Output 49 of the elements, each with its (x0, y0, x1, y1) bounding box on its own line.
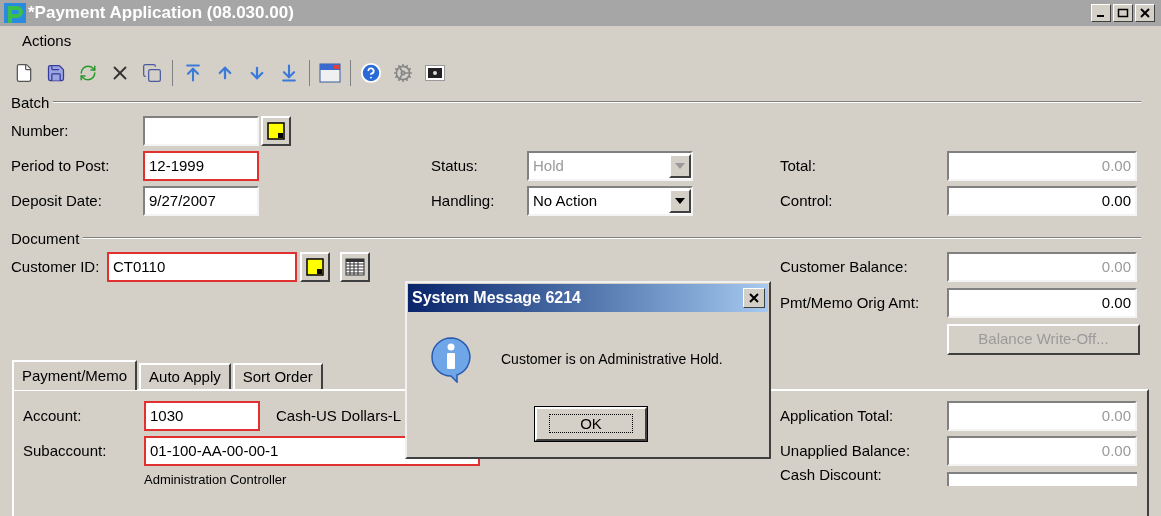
text-field[interactable]: 1030 (144, 401, 260, 431)
dropdown[interactable]: No Action (527, 186, 693, 216)
note-icon (306, 258, 324, 276)
text-field[interactable]: 12-1999 (143, 151, 259, 181)
tab[interactable]: Payment/Memo (12, 360, 138, 390)
text-field[interactable]: 0.00 (947, 288, 1137, 318)
field-label: Number: (11, 120, 70, 141)
minimize-icon[interactable] (1091, 4, 1111, 22)
window-title: *Payment Application (08.030.00) (28, 2, 295, 25)
field-label: Deposit Date: (11, 190, 103, 211)
close-icon[interactable] (1135, 4, 1155, 22)
text-field[interactable]: CT0110 (107, 252, 297, 282)
group-title: Document (11, 230, 81, 246)
field-label: Customer Balance: (780, 256, 909, 277)
field-label: Cash Discount: (780, 468, 883, 482)
dialog-title: System Message 6214 (412, 288, 582, 308)
field-label: Pmt/Memo Orig Amt: (780, 292, 921, 313)
text-field[interactable]: 0.00 (947, 186, 1137, 216)
group-title: Batch (11, 94, 51, 110)
lookup-button[interactable] (261, 116, 291, 146)
field-label: Total: (780, 155, 817, 176)
text-field[interactable] (947, 472, 1137, 486)
text-field[interactable] (143, 116, 259, 146)
subaccount-description: Administration Controller (144, 472, 287, 487)
lookup-button[interactable] (300, 252, 330, 282)
ok-button[interactable]: OK (535, 407, 647, 441)
maximize-icon[interactable] (1113, 4, 1133, 22)
field-label: Application Total: (780, 405, 895, 426)
close-window-icon[interactable] (318, 60, 342, 86)
field-label: Period to Post: (11, 155, 111, 176)
field-label: Control: (780, 190, 834, 211)
text-field[interactable]: 9/27/2007 (143, 186, 259, 216)
dialog-message: Customer is on Administrative Hold. (501, 349, 723, 369)
tab[interactable]: Sort Order (232, 363, 323, 389)
grid-button[interactable] (340, 252, 370, 282)
close-icon[interactable] (743, 288, 765, 308)
account-description: Cash-US Dollars-L (276, 405, 402, 426)
grid-icon (345, 258, 365, 276)
field-label: Account: (23, 405, 83, 426)
menu-item[interactable]: Actions (22, 29, 72, 53)
app-logo-icon (4, 3, 26, 23)
tab[interactable]: Auto Apply (139, 363, 231, 389)
field-label: Handling: (431, 190, 496, 211)
field-label: Status: (431, 155, 479, 176)
field-label: Customer ID: (11, 257, 101, 277)
field-label: Unapplied Balance: (780, 440, 912, 461)
help-icon[interactable] (359, 60, 383, 86)
note-icon (267, 122, 285, 140)
field-label: Subaccount: (23, 440, 108, 461)
